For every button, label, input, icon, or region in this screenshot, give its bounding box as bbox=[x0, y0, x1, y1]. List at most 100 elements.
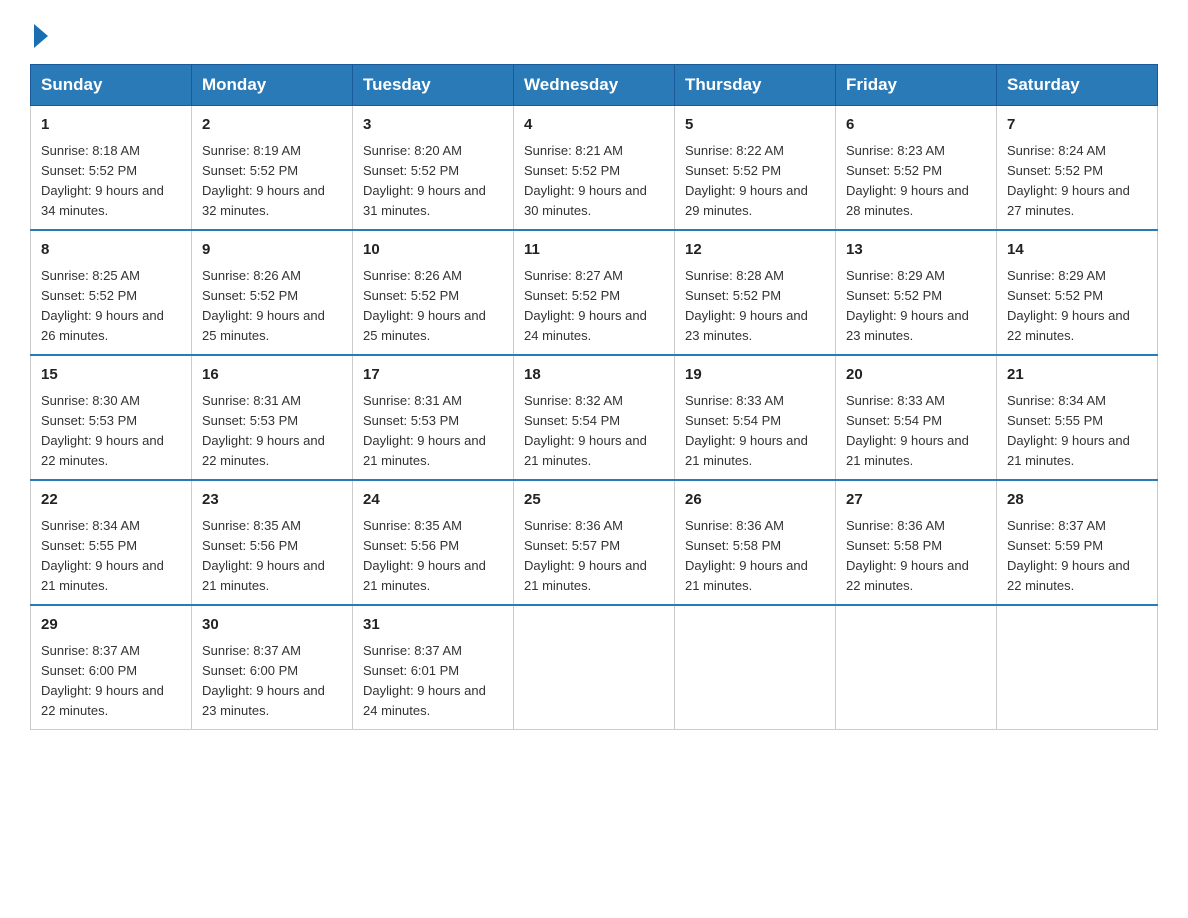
weekday-header-monday: Monday bbox=[192, 65, 353, 106]
day-number: 14 bbox=[1007, 239, 1147, 262]
day-info: Sunrise: 8:26 AMSunset: 5:52 PMDaylight:… bbox=[202, 268, 325, 343]
day-number: 3 bbox=[363, 114, 503, 137]
day-info: Sunrise: 8:35 AMSunset: 5:56 PMDaylight:… bbox=[363, 518, 486, 593]
calendar-cell: 26 Sunrise: 8:36 AMSunset: 5:58 PMDaylig… bbox=[675, 480, 836, 605]
calendar-cell: 4 Sunrise: 8:21 AMSunset: 5:52 PMDayligh… bbox=[514, 106, 675, 231]
calendar-cell: 5 Sunrise: 8:22 AMSunset: 5:52 PMDayligh… bbox=[675, 106, 836, 231]
day-info: Sunrise: 8:37 AMSunset: 6:00 PMDaylight:… bbox=[202, 643, 325, 718]
day-number: 4 bbox=[524, 114, 664, 137]
calendar-cell: 11 Sunrise: 8:27 AMSunset: 5:52 PMDaylig… bbox=[514, 230, 675, 355]
day-number: 22 bbox=[41, 489, 181, 512]
day-number: 12 bbox=[685, 239, 825, 262]
calendar-cell: 28 Sunrise: 8:37 AMSunset: 5:59 PMDaylig… bbox=[997, 480, 1158, 605]
day-number: 2 bbox=[202, 114, 342, 137]
day-number: 19 bbox=[685, 364, 825, 387]
day-info: Sunrise: 8:34 AMSunset: 5:55 PMDaylight:… bbox=[1007, 393, 1130, 468]
day-info: Sunrise: 8:31 AMSunset: 5:53 PMDaylight:… bbox=[202, 393, 325, 468]
day-number: 28 bbox=[1007, 489, 1147, 512]
day-info: Sunrise: 8:37 AMSunset: 6:01 PMDaylight:… bbox=[363, 643, 486, 718]
day-number: 23 bbox=[202, 489, 342, 512]
logo bbox=[30, 20, 48, 44]
weekday-header-wednesday: Wednesday bbox=[514, 65, 675, 106]
calendar-cell bbox=[675, 605, 836, 730]
day-info: Sunrise: 8:29 AMSunset: 5:52 PMDaylight:… bbox=[846, 268, 969, 343]
weekday-header-thursday: Thursday bbox=[675, 65, 836, 106]
day-info: Sunrise: 8:35 AMSunset: 5:56 PMDaylight:… bbox=[202, 518, 325, 593]
day-info: Sunrise: 8:23 AMSunset: 5:52 PMDaylight:… bbox=[846, 143, 969, 218]
day-number: 16 bbox=[202, 364, 342, 387]
day-number: 31 bbox=[363, 614, 503, 637]
day-info: Sunrise: 8:29 AMSunset: 5:52 PMDaylight:… bbox=[1007, 268, 1130, 343]
day-info: Sunrise: 8:26 AMSunset: 5:52 PMDaylight:… bbox=[363, 268, 486, 343]
calendar-cell: 1 Sunrise: 8:18 AMSunset: 5:52 PMDayligh… bbox=[31, 106, 192, 231]
day-number: 5 bbox=[685, 114, 825, 137]
week-row-5: 29 Sunrise: 8:37 AMSunset: 6:00 PMDaylig… bbox=[31, 605, 1158, 730]
week-row-1: 1 Sunrise: 8:18 AMSunset: 5:52 PMDayligh… bbox=[31, 106, 1158, 231]
day-info: Sunrise: 8:30 AMSunset: 5:53 PMDaylight:… bbox=[41, 393, 164, 468]
calendar-cell: 27 Sunrise: 8:36 AMSunset: 5:58 PMDaylig… bbox=[836, 480, 997, 605]
day-info: Sunrise: 8:27 AMSunset: 5:52 PMDaylight:… bbox=[524, 268, 647, 343]
day-info: Sunrise: 8:20 AMSunset: 5:52 PMDaylight:… bbox=[363, 143, 486, 218]
calendar-cell: 18 Sunrise: 8:32 AMSunset: 5:54 PMDaylig… bbox=[514, 355, 675, 480]
calendar-cell: 25 Sunrise: 8:36 AMSunset: 5:57 PMDaylig… bbox=[514, 480, 675, 605]
day-info: Sunrise: 8:36 AMSunset: 5:57 PMDaylight:… bbox=[524, 518, 647, 593]
day-number: 25 bbox=[524, 489, 664, 512]
calendar-cell: 17 Sunrise: 8:31 AMSunset: 5:53 PMDaylig… bbox=[353, 355, 514, 480]
day-info: Sunrise: 8:25 AMSunset: 5:52 PMDaylight:… bbox=[41, 268, 164, 343]
calendar-cell bbox=[514, 605, 675, 730]
calendar-cell: 6 Sunrise: 8:23 AMSunset: 5:52 PMDayligh… bbox=[836, 106, 997, 231]
calendar-cell: 30 Sunrise: 8:37 AMSunset: 6:00 PMDaylig… bbox=[192, 605, 353, 730]
day-number: 26 bbox=[685, 489, 825, 512]
day-info: Sunrise: 8:36 AMSunset: 5:58 PMDaylight:… bbox=[846, 518, 969, 593]
calendar-table: SundayMondayTuesdayWednesdayThursdayFrid… bbox=[30, 64, 1158, 730]
day-number: 17 bbox=[363, 364, 503, 387]
logo-triangle-icon bbox=[34, 24, 48, 48]
day-number: 6 bbox=[846, 114, 986, 137]
calendar-cell: 3 Sunrise: 8:20 AMSunset: 5:52 PMDayligh… bbox=[353, 106, 514, 231]
weekday-header-sunday: Sunday bbox=[31, 65, 192, 106]
calendar-cell: 19 Sunrise: 8:33 AMSunset: 5:54 PMDaylig… bbox=[675, 355, 836, 480]
day-info: Sunrise: 8:22 AMSunset: 5:52 PMDaylight:… bbox=[685, 143, 808, 218]
day-number: 24 bbox=[363, 489, 503, 512]
day-number: 20 bbox=[846, 364, 986, 387]
calendar-cell: 7 Sunrise: 8:24 AMSunset: 5:52 PMDayligh… bbox=[997, 106, 1158, 231]
day-number: 27 bbox=[846, 489, 986, 512]
week-row-2: 8 Sunrise: 8:25 AMSunset: 5:52 PMDayligh… bbox=[31, 230, 1158, 355]
weekday-header-saturday: Saturday bbox=[997, 65, 1158, 106]
day-info: Sunrise: 8:37 AMSunset: 6:00 PMDaylight:… bbox=[41, 643, 164, 718]
calendar-cell: 21 Sunrise: 8:34 AMSunset: 5:55 PMDaylig… bbox=[997, 355, 1158, 480]
calendar-cell: 15 Sunrise: 8:30 AMSunset: 5:53 PMDaylig… bbox=[31, 355, 192, 480]
day-number: 13 bbox=[846, 239, 986, 262]
day-number: 29 bbox=[41, 614, 181, 637]
day-info: Sunrise: 8:18 AMSunset: 5:52 PMDaylight:… bbox=[41, 143, 164, 218]
day-number: 11 bbox=[524, 239, 664, 262]
day-info: Sunrise: 8:33 AMSunset: 5:54 PMDaylight:… bbox=[685, 393, 808, 468]
day-number: 21 bbox=[1007, 364, 1147, 387]
day-number: 15 bbox=[41, 364, 181, 387]
calendar-cell: 24 Sunrise: 8:35 AMSunset: 5:56 PMDaylig… bbox=[353, 480, 514, 605]
day-number: 18 bbox=[524, 364, 664, 387]
calendar-cell bbox=[836, 605, 997, 730]
calendar-cell bbox=[997, 605, 1158, 730]
day-number: 10 bbox=[363, 239, 503, 262]
day-number: 9 bbox=[202, 239, 342, 262]
week-row-4: 22 Sunrise: 8:34 AMSunset: 5:55 PMDaylig… bbox=[31, 480, 1158, 605]
week-row-3: 15 Sunrise: 8:30 AMSunset: 5:53 PMDaylig… bbox=[31, 355, 1158, 480]
day-info: Sunrise: 8:37 AMSunset: 5:59 PMDaylight:… bbox=[1007, 518, 1130, 593]
page-header bbox=[30, 20, 1158, 44]
weekday-header-row: SundayMondayTuesdayWednesdayThursdayFrid… bbox=[31, 65, 1158, 106]
calendar-cell: 23 Sunrise: 8:35 AMSunset: 5:56 PMDaylig… bbox=[192, 480, 353, 605]
calendar-cell: 20 Sunrise: 8:33 AMSunset: 5:54 PMDaylig… bbox=[836, 355, 997, 480]
calendar-cell: 13 Sunrise: 8:29 AMSunset: 5:52 PMDaylig… bbox=[836, 230, 997, 355]
calendar-cell: 29 Sunrise: 8:37 AMSunset: 6:00 PMDaylig… bbox=[31, 605, 192, 730]
calendar-cell: 31 Sunrise: 8:37 AMSunset: 6:01 PMDaylig… bbox=[353, 605, 514, 730]
day-number: 30 bbox=[202, 614, 342, 637]
calendar-cell: 10 Sunrise: 8:26 AMSunset: 5:52 PMDaylig… bbox=[353, 230, 514, 355]
day-info: Sunrise: 8:19 AMSunset: 5:52 PMDaylight:… bbox=[202, 143, 325, 218]
calendar-cell: 8 Sunrise: 8:25 AMSunset: 5:52 PMDayligh… bbox=[31, 230, 192, 355]
calendar-cell: 2 Sunrise: 8:19 AMSunset: 5:52 PMDayligh… bbox=[192, 106, 353, 231]
day-info: Sunrise: 8:34 AMSunset: 5:55 PMDaylight:… bbox=[41, 518, 164, 593]
day-number: 7 bbox=[1007, 114, 1147, 137]
day-info: Sunrise: 8:24 AMSunset: 5:52 PMDaylight:… bbox=[1007, 143, 1130, 218]
weekday-header-friday: Friday bbox=[836, 65, 997, 106]
